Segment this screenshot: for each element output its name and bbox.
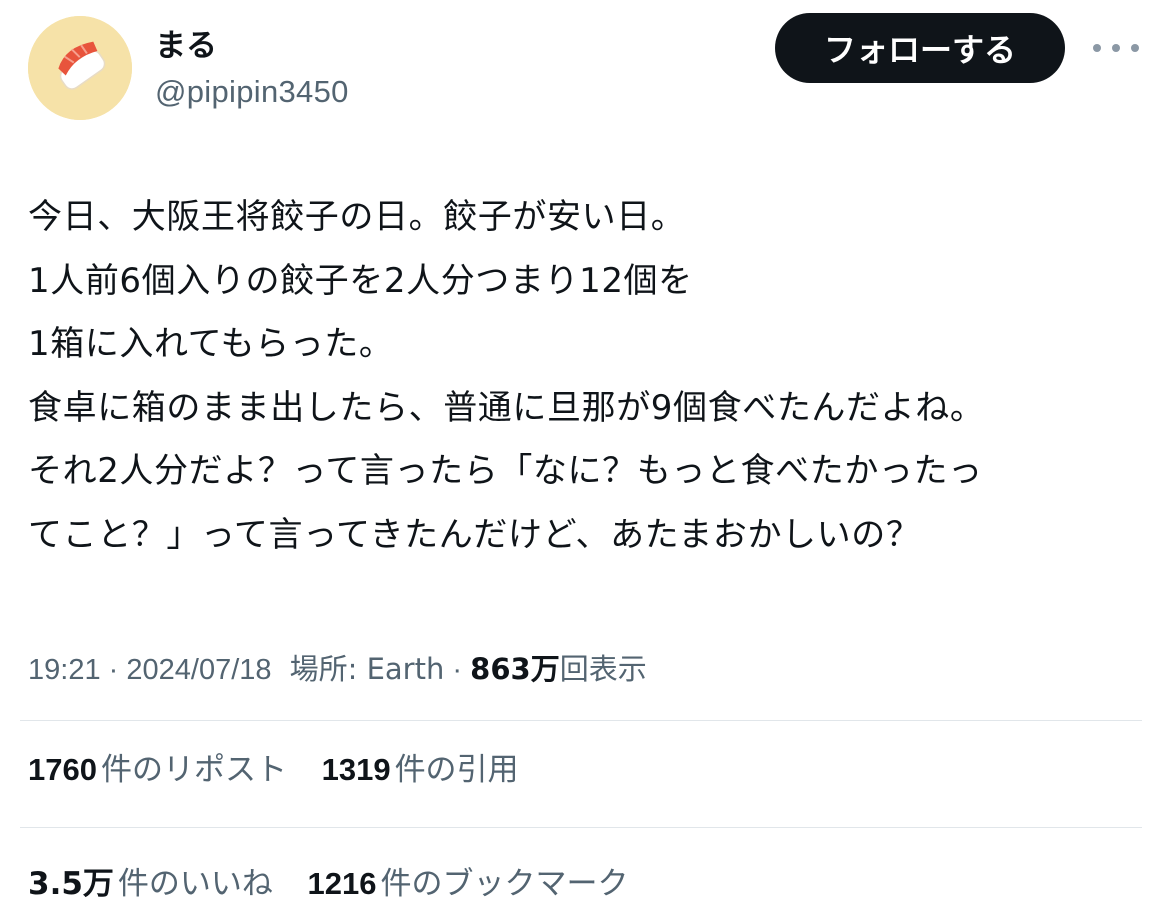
tweet-time[interactable]: 19:21 — [28, 654, 101, 686]
bookmarks-label: 件のブックマーク — [380, 866, 629, 902]
meta-separator: · — [452, 654, 463, 686]
tweet-line: 1箱に入れてもらった。 — [28, 324, 394, 364]
reposts-count: 1760 — [28, 752, 97, 787]
more-horizontal-icon — [1093, 44, 1101, 52]
user-handle[interactable]: @pipipin3450 — [155, 71, 349, 113]
bookmarks-count: 1216 — [307, 866, 377, 901]
tweet-text: 今日、大阪王将餃子の日。餃子が安い日。 1人前6個入りの餃子を2人分つまり12個… — [28, 186, 1148, 567]
more-horizontal-icon-dot — [1112, 44, 1120, 52]
avatar-image — [28, 16, 132, 120]
tweet-line: てこと？」って言ってきたんだけど、あたまおかしいの？ — [28, 514, 921, 555]
tweet-line: 食卓に箱のまま出したら、普通に旦那が9個食べたんだよね。 — [28, 387, 985, 428]
follow-button[interactable]: フォローする — [775, 13, 1065, 83]
engagement-row-2: 3.5万 件のいいね 1216 件のブックマーク — [28, 862, 655, 906]
tweet-line: それ2人分だよ？って言ったら「なに？もっと食べたかったっ — [28, 451, 983, 491]
likes-count: 3.5万 — [28, 866, 114, 902]
quotes-stat[interactable]: 1319 件の引用 — [322, 748, 519, 792]
divider — [20, 720, 1142, 721]
meta-separator: · — [108, 654, 119, 686]
tweet-line: 1人前6個入りの餃子を2人分つまり12個を — [28, 260, 693, 301]
tweet-line: 今日、大阪王将餃子の日。餃子が安い日。 — [28, 197, 686, 237]
engagement-row-1: 1760 件のリポスト 1319 件の引用 — [28, 748, 545, 792]
more-options-button[interactable] — [1093, 36, 1139, 60]
views-count[interactable]: 863万 — [470, 652, 560, 686]
reposts-stat[interactable]: 1760 件のリポスト — [28, 748, 287, 792]
display-name[interactable]: まる — [155, 26, 217, 66]
avatar[interactable] — [28, 16, 132, 120]
tweet-meta: 19:21 · 2024/07/18 場所: Earth · 863万回表示 — [28, 648, 647, 691]
quotes-label: 件の引用 — [394, 752, 519, 788]
views-label: 回表示 — [559, 652, 647, 686]
more-horizontal-icon-dot — [1131, 44, 1139, 52]
quotes-count: 1319 — [321, 752, 391, 787]
tweet-location: 場所: Earth — [289, 652, 445, 686]
divider — [20, 827, 1142, 828]
reposts-label: 件のリポスト — [100, 752, 287, 788]
likes-label: 件のいいね — [117, 866, 273, 902]
likes-stat[interactable]: 3.5万 件のいいね — [28, 862, 273, 906]
tweet-date[interactable]: 2024/07/18 — [126, 654, 271, 686]
bookmarks-stat[interactable]: 1216 件のブックマーク — [308, 862, 629, 906]
